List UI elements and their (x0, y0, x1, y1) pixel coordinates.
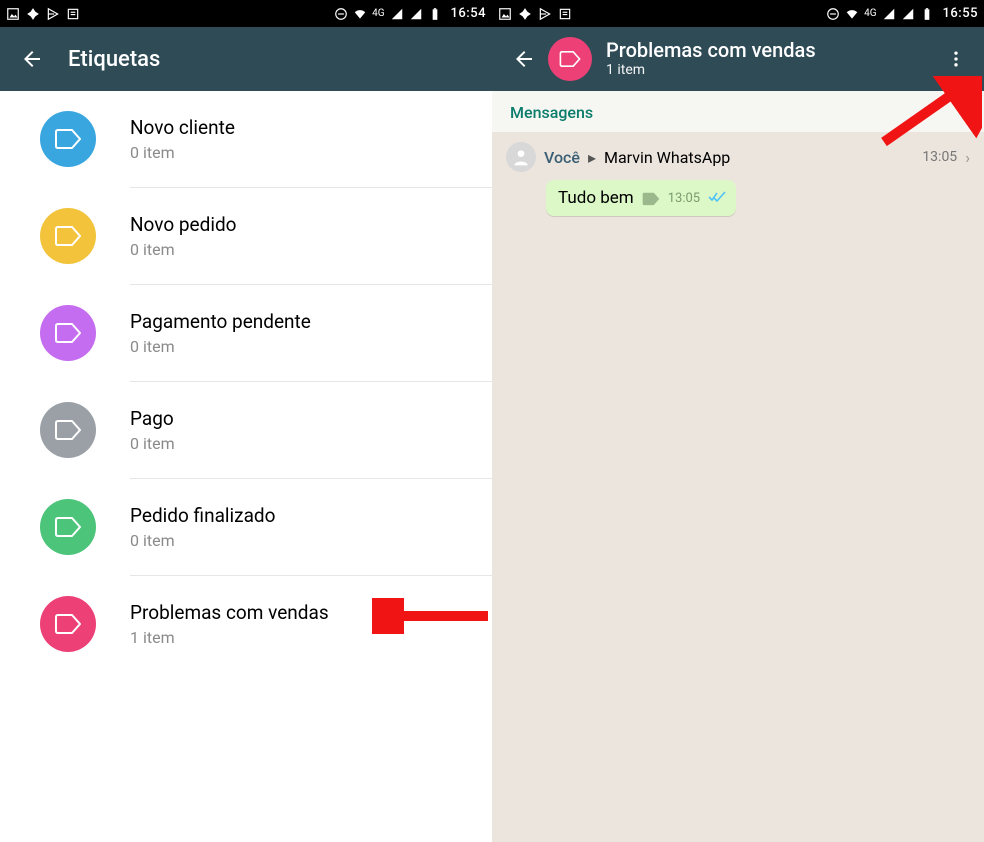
bubble-row: Tudo bem 13:05 (492, 176, 984, 216)
wifi-icon (353, 7, 367, 21)
label-row[interactable]: Novo cliente 0 item (0, 91, 492, 187)
app-bar: Problemas com vendas 1 item (492, 27, 984, 91)
label-color-bubble (40, 596, 96, 652)
message-from: Você (544, 148, 580, 167)
person-icon (511, 147, 531, 167)
phone-left: 4G 16:54 Etiquetas Novo cliente 0 item N… (0, 0, 492, 842)
network-type: 4G (864, 8, 876, 19)
message-row-time: 13:05 (922, 149, 957, 165)
label-row[interactable]: Problemas com vendas 1 item (0, 576, 492, 672)
label-count: 1 item (130, 628, 329, 647)
app-bar: Etiquetas (0, 27, 492, 91)
image-icon (6, 7, 20, 21)
back-button[interactable] (14, 41, 50, 77)
label-color-bubble (40, 499, 96, 555)
signal2-icon (409, 7, 423, 21)
label-color-bubble (40, 111, 96, 167)
label-color-bubble (40, 305, 96, 361)
status-time: 16:54 (451, 6, 486, 21)
label-count: 0 item (130, 434, 175, 453)
label-color-bubble (40, 208, 96, 264)
direction-arrow-icon: ▸ (588, 148, 596, 167)
label-count: 0 item (130, 531, 275, 550)
label-name: Novo pedido (130, 213, 237, 236)
tag-icon (55, 517, 81, 537)
arrow-back-icon (20, 47, 44, 71)
labels-list: Novo cliente 0 item Novo pedido 0 item P… (0, 91, 492, 842)
label-name: Novo cliente (130, 116, 235, 139)
app-bar-title: Problemas com vendas (606, 39, 938, 61)
label-name: Pagamento pendente (130, 310, 311, 333)
label-count: 0 item (130, 143, 235, 162)
label-color-bubble (40, 402, 96, 458)
more-menu-button[interactable] (938, 41, 974, 77)
label-count: 0 item (130, 240, 237, 259)
chevron-right-icon: › (965, 148, 970, 167)
news-icon (558, 7, 572, 21)
label-row[interactable]: Pagamento pendente 0 item (0, 285, 492, 381)
back-button[interactable] (506, 41, 542, 77)
image-icon (498, 7, 512, 21)
label-row[interactable]: Pedido finalizado 0 item (0, 479, 492, 575)
wifi-icon (845, 7, 859, 21)
network-type: 4G (372, 8, 384, 19)
chat-thread-row[interactable]: Você ▸ Marvin WhatsApp 13:05 › (492, 132, 984, 176)
tag-icon (55, 226, 81, 246)
status-right-icons: 4G 16:55 (826, 6, 978, 21)
status-right-icons: 4G 16:54 (334, 6, 486, 21)
dnd-icon (334, 7, 348, 21)
status-time: 16:55 (943, 6, 978, 21)
label-row[interactable]: Pago 0 item (0, 382, 492, 478)
chat-body: Você ▸ Marvin WhatsApp 13:05 › Tudo bem … (492, 132, 984, 842)
signal-icon (390, 7, 404, 21)
status-left-icons (6, 7, 80, 21)
avatar (506, 142, 536, 172)
dnd-icon (826, 7, 840, 21)
signal2-icon (901, 7, 915, 21)
tag-icon (55, 129, 81, 149)
photos-icon (518, 7, 532, 21)
label-count: 0 item (130, 337, 311, 356)
play-icon (46, 7, 60, 21)
tag-icon (559, 51, 581, 67)
more-vert-icon (946, 49, 966, 69)
signal-icon (882, 7, 896, 21)
tag-icon (55, 323, 81, 343)
play-icon (538, 7, 552, 21)
status-bar: 4G 16:54 (0, 0, 492, 27)
bubble-time: 13:05 (668, 191, 700, 206)
message-bubble[interactable]: Tudo bem 13:05 (546, 180, 736, 216)
battery-icon (920, 7, 934, 21)
tag-icon (55, 614, 81, 634)
read-ticks-icon (708, 188, 726, 208)
tag-mini-icon (642, 191, 660, 205)
label-name: Problemas com vendas (130, 601, 329, 624)
section-header-messages: Mensagens (492, 91, 984, 132)
phone-right: 4G 16:55 Problemas com vendas 1 item Men… (492, 0, 984, 842)
battery-icon (428, 7, 442, 21)
news-icon (66, 7, 80, 21)
app-bar-title: Etiquetas (68, 47, 482, 72)
label-color-bubble (548, 37, 592, 81)
label-name: Pedido finalizado (130, 504, 275, 527)
status-left-icons (498, 7, 572, 21)
message-to: Marvin WhatsApp (604, 148, 730, 167)
app-bar-subtitle: 1 item (606, 61, 938, 79)
label-row[interactable]: Novo pedido 0 item (0, 188, 492, 284)
message-text: Tudo bem (558, 188, 634, 208)
label-name: Pago (130, 407, 175, 430)
arrow-back-icon (512, 47, 536, 71)
tag-icon (55, 420, 81, 440)
status-bar: 4G 16:55 (492, 0, 984, 27)
photos-icon (26, 7, 40, 21)
